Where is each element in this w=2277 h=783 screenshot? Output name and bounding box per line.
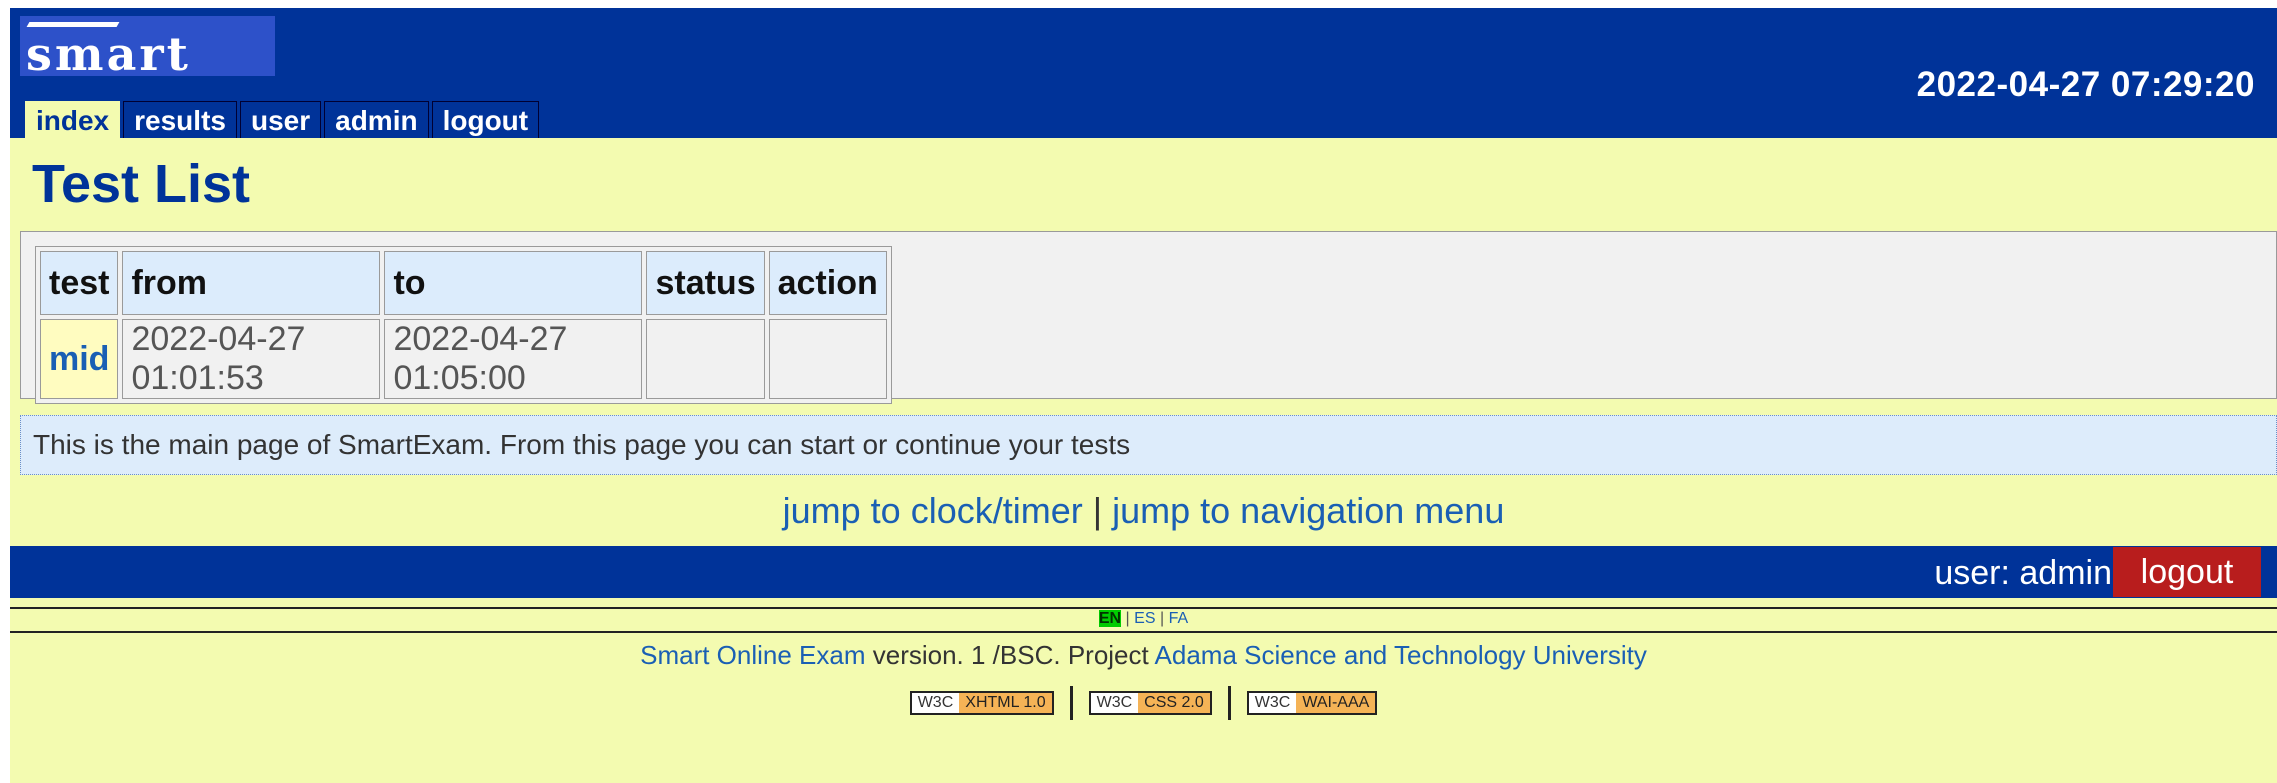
current-user-label: user: admin <box>1934 554 2112 592</box>
xhtml-badge[interactable]: W3C XHTML 1.0 <box>909 691 1054 715</box>
language-es[interactable]: ES <box>1134 610 1155 627</box>
tab-logout[interactable]: logout <box>431 101 540 141</box>
w3c-label: W3C <box>917 694 954 711</box>
w3c-label: W3C <box>1096 694 1133 711</box>
university-link[interactable]: Adama Science and Technology University <box>1155 640 1647 670</box>
language-en[interactable]: EN <box>1098 610 1122 627</box>
jump-separator: | <box>1092 490 1103 531</box>
logout-button[interactable]: logout <box>2113 547 2261 597</box>
user-bar: user: admin logout <box>10 546 2277 598</box>
main-content: Test List test from to status action mid… <box>10 138 2277 783</box>
test-link-mid[interactable]: mid <box>49 340 109 378</box>
table-row: mid 2022-04-27 01:01:53 2022-04-27 01:05… <box>40 319 887 399</box>
status-cell <box>646 319 765 399</box>
css-badge[interactable]: W3C CSS 2.0 <box>1088 691 1212 715</box>
wai-badge[interactable]: W3C WAI-AAA <box>1246 691 1378 715</box>
smart-logo[interactable]: smart <box>20 16 275 76</box>
footer-divider-bottom <box>10 631 2277 633</box>
page: smart 2022-04-27 07:29:20 index results … <box>0 0 2277 783</box>
version-text: version. 1 /BSC. Project <box>865 640 1155 670</box>
jump-to-clock-link[interactable]: jump to clock/timer <box>783 490 1083 531</box>
test-list-table: test from to status action mid 2022-04-2… <box>35 246 892 404</box>
validation-badges: W3C XHTML 1.0 W3C CSS 2.0 W3C WAI-AAA <box>10 683 2277 723</box>
w3c-label: W3C <box>1254 694 1291 711</box>
tab-user[interactable]: user <box>239 101 322 141</box>
to-cell: 2022-04-27 01:05:00 <box>384 319 643 399</box>
language-selector: EN | ES | FA <box>10 609 2277 629</box>
column-header-to: to <box>384 251 643 315</box>
badge-separator <box>1227 686 1231 720</box>
spec-label: WAI-AAA <box>1296 693 1376 713</box>
jump-links: jump to clock/timer | jump to navigation… <box>10 490 2277 532</box>
table-header-row: test from to status action <box>40 251 887 315</box>
tab-results[interactable]: results <box>123 101 237 141</box>
column-header-test: test <box>40 251 119 315</box>
column-header-from: from <box>122 251 381 315</box>
action-cell <box>768 319 887 399</box>
jump-to-navigation-link[interactable]: jump to navigation menu <box>1112 490 1504 531</box>
column-header-status: status <box>646 251 765 315</box>
badge-separator <box>1069 686 1073 720</box>
footer-credits: Smart Online Exam version. 1 /BSC. Proje… <box>10 638 2277 672</box>
language-fa[interactable]: FA <box>1169 610 1189 627</box>
language-separator: | <box>1125 610 1130 627</box>
column-header-action: action <box>768 251 887 315</box>
test-cell: mid <box>40 319 119 399</box>
smartexam-window: smart 2022-04-27 07:29:20 index results … <box>0 0 2277 783</box>
info-message: This is the main page of SmartExam. From… <box>20 415 2277 475</box>
tab-admin[interactable]: admin <box>324 101 429 141</box>
header-bar: smart 2022-04-27 07:29:20 index results … <box>10 8 2277 141</box>
spec-label: XHTML 1.0 <box>959 693 1052 713</box>
product-link[interactable]: Smart Online Exam <box>640 640 865 670</box>
test-list-panel: test from to status action mid 2022-04-2… <box>20 231 2277 404</box>
language-separator: | <box>1159 610 1165 627</box>
page-title: Test List <box>32 154 251 214</box>
from-cell: 2022-04-27 01:01:53 <box>122 319 381 399</box>
spec-label: CSS 2.0 <box>1138 693 1210 713</box>
clock-timer: 2022-04-27 07:29:20 <box>1916 65 2255 104</box>
tab-index[interactable]: index <box>25 101 121 141</box>
logo-text: smart <box>26 27 191 76</box>
navigation-menu: index results user admin logout <box>25 101 542 141</box>
